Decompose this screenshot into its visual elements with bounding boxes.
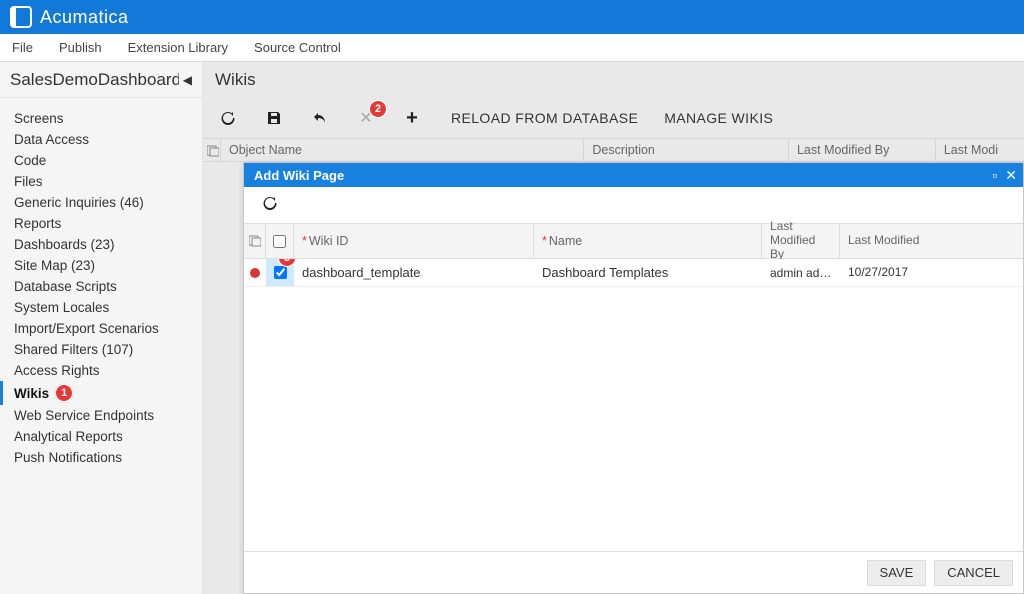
dialog-grid-body: 3 dashboard_template Dashboard Templates… xyxy=(244,259,1023,551)
sidebar-item-screens[interactable]: Screens xyxy=(0,108,202,129)
project-name: SalesDemoDashboards xyxy=(10,70,179,90)
sidebar-item-dashboards[interactable]: Dashboards (23) xyxy=(0,234,202,255)
main-area: Wikis ✕ + 2 RELOAD FROM DATABASE MANAGE … xyxy=(203,62,1024,594)
dialog-select-all-column[interactable] xyxy=(266,224,294,258)
dialog-row-select-cell[interactable]: 3 xyxy=(266,259,294,286)
sidebar-item-code[interactable]: Code xyxy=(0,150,202,171)
dialog-column-last-modified-by[interactable]: Last Modified By xyxy=(762,224,840,258)
dialog-refresh-icon[interactable] xyxy=(262,195,278,216)
sidebar-item-label: Database Scripts xyxy=(14,279,117,294)
menu-bar: File Publish Extension Library Source Co… xyxy=(0,34,1024,62)
dialog-row[interactable]: 3 dashboard_template Dashboard Templates… xyxy=(244,259,1023,287)
dialog-close-icon[interactable]: ✕ xyxy=(1005,167,1017,184)
sidebar-item-import-export-scenarios[interactable]: Import/Export Scenarios xyxy=(0,318,202,339)
sidebar-item-label: Site Map (23) xyxy=(14,258,95,273)
sidebar-item-label: Shared Filters (107) xyxy=(14,342,133,357)
dialog-tool-column xyxy=(244,224,266,258)
sidebar-item-label: Data Access xyxy=(14,132,89,147)
brand-name: Acumatica xyxy=(40,7,129,28)
sidebar-item-label: Files xyxy=(14,174,43,189)
save-icon[interactable] xyxy=(265,109,283,127)
sidebar-item-label: Dashboards (23) xyxy=(14,237,115,252)
sidebar-item-label: Code xyxy=(14,153,46,168)
dialog-column-name[interactable]: *Name xyxy=(534,224,762,258)
dialog-cancel-button[interactable]: CANCEL xyxy=(934,560,1013,586)
dialog-select-all-checkbox[interactable] xyxy=(273,235,286,248)
sidebar-item-database-scripts[interactable]: Database Scripts xyxy=(0,276,202,297)
sidebar-item-analytical-reports[interactable]: Analytical Reports xyxy=(0,426,202,447)
dialog-row-checkbox[interactable] xyxy=(274,266,287,279)
dialog-save-button[interactable]: SAVE xyxy=(867,560,927,586)
sidebar-item-label: Import/Export Scenarios xyxy=(14,321,159,336)
sidebar-item-system-locales[interactable]: System Locales xyxy=(0,297,202,318)
dialog-row-status-icon xyxy=(244,259,266,286)
dialog-title: Add Wiki Page xyxy=(254,168,344,183)
dialog-column-wiki-id[interactable]: *Wiki ID xyxy=(294,224,534,258)
sidebar-item-access-rights[interactable]: Access Rights xyxy=(0,360,202,381)
dialog-maximize-icon[interactable]: ▫ xyxy=(992,167,997,184)
sidebar-item-label: Access Rights xyxy=(14,363,100,378)
sidebar-item-label: Push Notifications xyxy=(14,450,122,465)
sidebar-item-label: Wikis xyxy=(14,386,49,401)
dialog-column-label: Wiki ID xyxy=(309,234,349,248)
sidebar-item-label: Analytical Reports xyxy=(14,429,123,444)
dialog-row-last-modified: 10/27/2017 xyxy=(840,259,1023,286)
sidebar-item-files[interactable]: Files xyxy=(0,171,202,192)
add-icon[interactable]: + xyxy=(403,109,421,127)
sidebar-item-site-map[interactable]: Site Map (23) xyxy=(0,255,202,276)
dialog-grid-header: *Wiki ID *Name Last Modified By Last Mod… xyxy=(244,223,1023,259)
sidebar-item-label: System Locales xyxy=(14,300,109,315)
reload-from-database-button[interactable]: RELOAD FROM DATABASE xyxy=(451,110,638,126)
dialog-title-bar[interactable]: Add Wiki Page ▫ ✕ xyxy=(244,163,1023,187)
sidebar-item-generic-inquiries[interactable]: Generic Inquiries (46) xyxy=(0,192,202,213)
sidebar-item-reports[interactable]: Reports xyxy=(0,213,202,234)
sidebar-collapse-icon[interactable]: ◀ xyxy=(179,71,196,89)
grid-tool-icon xyxy=(207,145,217,155)
menu-extension-library[interactable]: Extension Library xyxy=(128,40,228,55)
sidebar-item-data-access[interactable]: Data Access xyxy=(0,129,202,150)
sidebar-item-push-notifications[interactable]: Push Notifications xyxy=(0,447,202,468)
grid-header: Object Name Description Last Modified By… xyxy=(203,138,1024,162)
callout-marker-1: 1 xyxy=(55,384,73,402)
dialog-row-wiki-id: dashboard_template xyxy=(294,259,534,286)
sidebar-item-label: Generic Inquiries (46) xyxy=(14,195,144,210)
sidebar-item-label: Screens xyxy=(14,111,64,126)
sidebar-item-shared-filters[interactable]: Shared Filters (107) xyxy=(0,339,202,360)
column-last-modified[interactable]: Last Modi xyxy=(936,139,1024,161)
column-last-modified-by[interactable]: Last Modified By xyxy=(789,139,936,161)
sidebar-title: SalesDemoDashboards ◀ xyxy=(0,62,202,98)
refresh-icon[interactable] xyxy=(219,109,237,127)
dialog-column-last-modified[interactable]: Last Modified xyxy=(840,224,1023,258)
dialog-row-last-modified-by: admin ad… xyxy=(762,259,840,286)
sidebar-item-label: Web Service Endpoints xyxy=(14,408,154,423)
menu-source-control[interactable]: Source Control xyxy=(254,40,341,55)
undo-icon[interactable] xyxy=(311,109,329,127)
dialog-footer: SAVE CANCEL xyxy=(244,551,1023,593)
dialog-toolbar xyxy=(244,187,1023,223)
page-title: Wikis xyxy=(203,62,1024,98)
menu-publish[interactable]: Publish xyxy=(59,40,102,55)
brand-logo-icon xyxy=(10,6,32,28)
sidebar-list: Screens Data Access Code Files Generic I… xyxy=(0,98,202,478)
dialog-column-label: Name xyxy=(549,234,582,248)
column-object-name[interactable]: Object Name xyxy=(221,139,584,161)
menu-file[interactable]: File xyxy=(12,40,33,55)
sidebar-item-label: Reports xyxy=(14,216,61,231)
column-description[interactable]: Description xyxy=(584,139,789,161)
sidebar-item-wikis[interactable]: Wikis 1 xyxy=(0,381,202,405)
top-bar: Acumatica xyxy=(0,0,1024,34)
toolbar: ✕ + 2 RELOAD FROM DATABASE MANAGE WIKIS xyxy=(203,98,1024,138)
sidebar-item-web-service-endpoints[interactable]: Web Service Endpoints xyxy=(0,405,202,426)
sidebar: SalesDemoDashboards ◀ Screens Data Acces… xyxy=(0,62,203,594)
manage-wikis-button[interactable]: MANAGE WIKIS xyxy=(664,110,773,126)
callout-marker-2: 2 xyxy=(369,100,387,118)
dialog-row-name: Dashboard Templates xyxy=(534,259,762,286)
grid-tool-column xyxy=(203,139,221,161)
add-wiki-page-dialog: Add Wiki Page ▫ ✕ xyxy=(243,162,1024,594)
